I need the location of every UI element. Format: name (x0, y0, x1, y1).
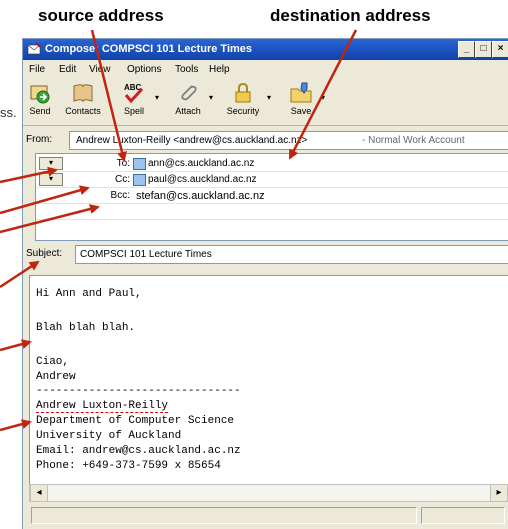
arrow-signature (0, 419, 32, 432)
arrow-to-field (0, 166, 58, 184)
arrow-subject (0, 260, 40, 289)
arrow-source-address (90, 29, 127, 162)
arrow-body (0, 339, 32, 352)
annotation-arrows (0, 29, 358, 432)
arrow-cc-field (0, 185, 90, 215)
arrow-bcc-field (0, 204, 100, 234)
arrow-destination-address (288, 29, 358, 160)
